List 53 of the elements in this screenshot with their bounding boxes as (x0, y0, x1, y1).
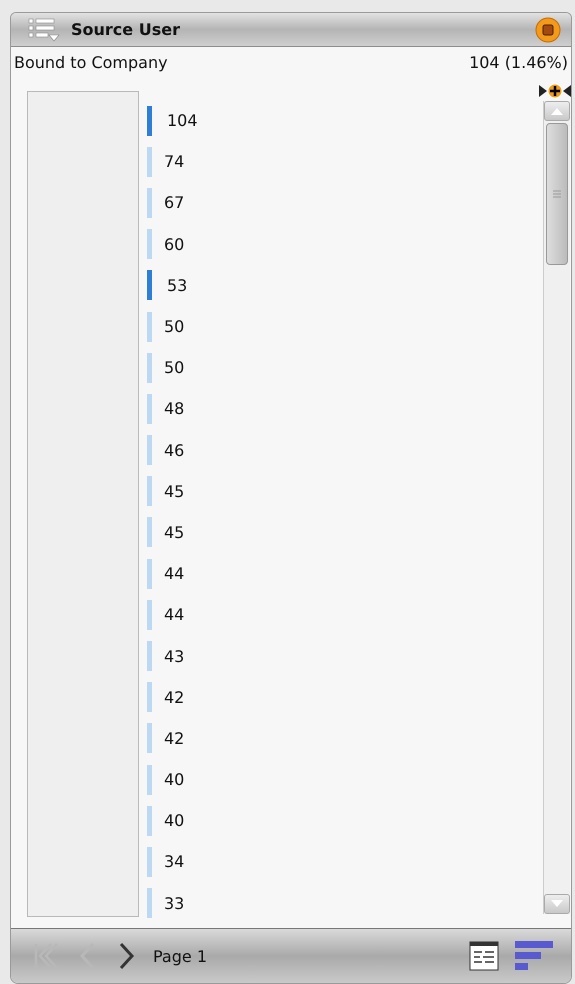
summary-value: 104 (1.46%) (469, 53, 568, 74)
row-value: 104 (167, 111, 198, 130)
row-marker[interactable] (147, 517, 152, 548)
row-marker[interactable] (147, 188, 152, 218)
row-marker[interactable] (147, 558, 152, 589)
row-marker[interactable] (147, 270, 152, 300)
row-marker[interactable] (147, 352, 152, 383)
row-marker[interactable] (147, 600, 152, 630)
page-label: Page 1 (153, 946, 208, 966)
row-value: 42 (164, 728, 184, 748)
row-marker[interactable] (147, 764, 152, 795)
row-value: 33 (164, 894, 184, 913)
row-value: 44 (164, 564, 184, 584)
row-value: 53 (167, 276, 188, 295)
row-marker[interactable] (147, 229, 152, 260)
row-value: 45 (164, 522, 184, 542)
row-value: 45 (164, 482, 184, 501)
row-marker[interactable] (147, 394, 152, 424)
panel-title: Source User (71, 20, 181, 39)
scroll-down-icon[interactable] (551, 900, 563, 908)
row-marker[interactable] (147, 476, 152, 506)
resize-handle-icon[interactable] (539, 83, 571, 99)
scroll-thumb[interactable] (546, 123, 568, 265)
list-menu-icon[interactable] (27, 16, 61, 42)
stop-icon[interactable] (535, 16, 561, 42)
row-marker[interactable] (147, 106, 152, 136)
scrollbar[interactable] (543, 101, 570, 914)
row-value: 60 (164, 234, 184, 254)
row-marker[interactable] (147, 312, 152, 342)
row-marker[interactable] (147, 682, 152, 712)
row-value: 74 (164, 152, 184, 172)
row-marker[interactable] (147, 723, 152, 754)
row-marker[interactable] (147, 888, 152, 918)
table-view-icon[interactable] (469, 941, 499, 971)
row-value: 46 (164, 440, 184, 460)
row-value: 34 (164, 852, 184, 872)
row-value: 44 (164, 605, 184, 624)
row-marker[interactable] (147, 641, 152, 672)
row-marker[interactable] (147, 846, 152, 877)
row-value: 43 (164, 646, 184, 666)
row-value: 50 (164, 317, 184, 336)
row-marker[interactable] (147, 146, 152, 177)
row-marker[interactable] (147, 435, 152, 466)
row-value: 67 (164, 193, 184, 212)
row-value: 40 (164, 770, 184, 790)
scroll-up-icon[interactable] (551, 107, 563, 115)
row-value: 50 (164, 358, 184, 378)
row-marker[interactable] (147, 806, 152, 836)
row-value: 48 (164, 399, 184, 418)
row-value: 40 (164, 811, 184, 830)
summary-label: Bound to Company (14, 53, 168, 74)
sort-icon[interactable] (515, 940, 553, 972)
row-value: 42 (164, 688, 184, 707)
